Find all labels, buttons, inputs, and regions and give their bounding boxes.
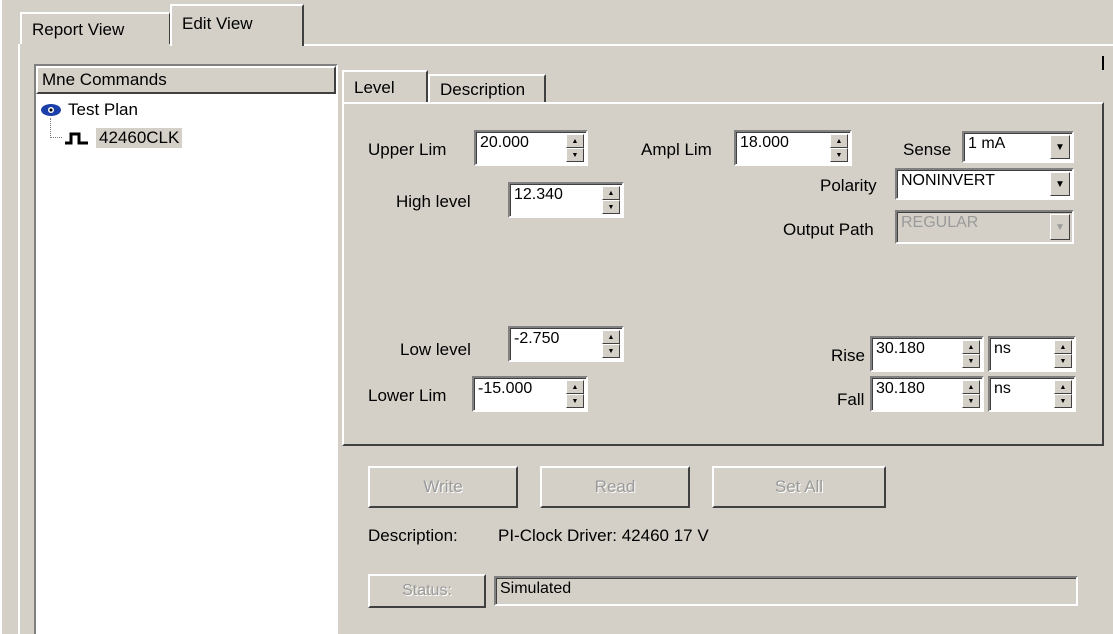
tree-connector	[50, 118, 62, 138]
eye-icon	[41, 104, 61, 116]
high-level-spin[interactable]: ▲ ▼	[602, 186, 620, 214]
tab-report-view[interactable]: Report View	[20, 12, 170, 44]
description-label: Description:	[368, 526, 458, 545]
pulse-icon	[65, 132, 88, 145]
chevron-down-icon[interactable]: ▼	[1050, 135, 1070, 159]
spin-up-icon[interactable]: ▲	[566, 134, 584, 148]
chevron-down-icon[interactable]: ▼	[1050, 172, 1070, 196]
description-value: PI-Clock Driver: 42460 17 V	[498, 526, 709, 545]
low-level-spin[interactable]: ▲ ▼	[602, 330, 620, 358]
tree-header[interactable]: Mne Commands	[36, 66, 336, 94]
lower-lim-label: Lower Lim	[368, 386, 447, 405]
ampl-lim-spinner[interactable]: 18.000 ▲ ▼	[734, 130, 852, 166]
sense-select[interactable]: 1 mA ▼	[962, 131, 1074, 163]
spin-up-icon[interactable]: ▲	[962, 380, 980, 394]
tree-root-item[interactable]: Test Plan	[40, 100, 138, 120]
spin-up-icon[interactable]: ▲	[962, 340, 980, 354]
tree-child-label: 42460CLK	[96, 128, 183, 148]
output-path-select[interactable]: REGULAR ▼	[895, 210, 1074, 244]
lower-lim-spin[interactable]: ▲ ▼	[566, 380, 584, 408]
write-button[interactable]: Write	[368, 466, 518, 508]
spin-down-icon[interactable]: ▼	[602, 344, 620, 358]
rise-unit-spinner[interactable]: ns ▲ ▼	[988, 336, 1076, 372]
sense-value: 1 mA	[968, 135, 1006, 152]
spin-down-icon[interactable]: ▼	[962, 354, 980, 368]
output-path-value: REGULAR	[901, 214, 979, 231]
upper-lim-spin[interactable]: ▲ ▼	[566, 134, 584, 162]
tree-panel[interactable]: Mne Commands Test Plan 42460CLK	[34, 64, 338, 634]
spin-down-icon[interactable]: ▼	[830, 148, 848, 162]
rise-unit-spin[interactable]: ▲ ▼	[1054, 340, 1072, 368]
tab-edit-view[interactable]: Edit View	[170, 4, 304, 46]
spin-up-icon[interactable]: ▲	[566, 380, 584, 394]
spin-down-icon[interactable]: ▼	[962, 394, 980, 408]
spin-up-icon[interactable]: ▲	[1054, 340, 1072, 354]
low-level-spinner[interactable]: -2.750 ▲ ▼	[508, 326, 624, 362]
spin-up-icon[interactable]: ▲	[602, 186, 620, 200]
fall-spinner[interactable]: 30.180 ▲ ▼	[870, 376, 984, 412]
tab-level[interactable]: Level	[342, 70, 428, 104]
spin-up-icon[interactable]: ▲	[830, 134, 848, 148]
fall-unit-spinner[interactable]: ns ▲ ▼	[988, 376, 1076, 412]
set-all-button[interactable]: Set All	[712, 466, 886, 508]
upper-lim-label: Upper Lim	[368, 140, 447, 159]
polarity-value: NONINVERT	[901, 172, 995, 189]
lower-lim-spinner[interactable]: -15.000 ▲ ▼	[472, 376, 588, 412]
upper-lim-spinner[interactable]: 20.000 ▲ ▼	[474, 130, 588, 166]
spin-down-icon[interactable]: ▼	[602, 200, 620, 214]
rise-spinner[interactable]: 30.180 ▲ ▼	[870, 336, 984, 372]
spin-down-icon[interactable]: ▼	[566, 148, 584, 162]
rise-spin[interactable]: ▲ ▼	[962, 340, 980, 368]
fall-unit-spin[interactable]: ▲ ▼	[1054, 380, 1072, 408]
tab-report-view-label: Report View	[32, 20, 125, 39]
ampl-lim-spin[interactable]: ▲ ▼	[830, 134, 848, 162]
low-level-label: Low level	[400, 340, 471, 359]
tab-edit-view-label: Edit View	[182, 14, 253, 33]
spin-down-icon[interactable]: ▼	[1054, 394, 1072, 408]
chevron-down-icon[interactable]: ▼	[1050, 214, 1070, 240]
tab-level-label: Level	[354, 78, 395, 97]
polarity-label: Polarity	[820, 176, 877, 195]
status-field: Simulated	[494, 576, 1078, 606]
sense-label: Sense	[903, 140, 952, 159]
rise-label: Rise	[831, 346, 866, 365]
polarity-select[interactable]: NONINVERT ▼	[895, 168, 1074, 200]
tree-header-label: Mne Commands	[42, 70, 167, 89]
output-path-label: Output Path	[783, 220, 874, 239]
ampl-lim-label: Ampl Lim	[641, 140, 712, 159]
tab-description-label: Description	[440, 80, 526, 99]
right-panel-top-line	[1102, 56, 1104, 70]
tree-child-item[interactable]: 42460CLK	[64, 128, 183, 148]
tree-root-label: Test Plan	[68, 100, 138, 119]
fall-spin[interactable]: ▲ ▼	[962, 380, 980, 408]
fall-label: Fall	[837, 390, 865, 409]
high-level-label: High level	[396, 192, 471, 211]
spin-down-icon[interactable]: ▼	[1054, 354, 1072, 368]
read-button[interactable]: Read	[540, 466, 690, 508]
spin-down-icon[interactable]: ▼	[566, 394, 584, 408]
spin-up-icon[interactable]: ▲	[602, 330, 620, 344]
tab-description[interactable]: Description	[428, 74, 546, 104]
high-level-spinner[interactable]: 12.340 ▲ ▼	[508, 182, 624, 218]
status-button[interactable]: Status:	[368, 574, 486, 608]
spin-up-icon[interactable]: ▲	[1054, 380, 1072, 394]
